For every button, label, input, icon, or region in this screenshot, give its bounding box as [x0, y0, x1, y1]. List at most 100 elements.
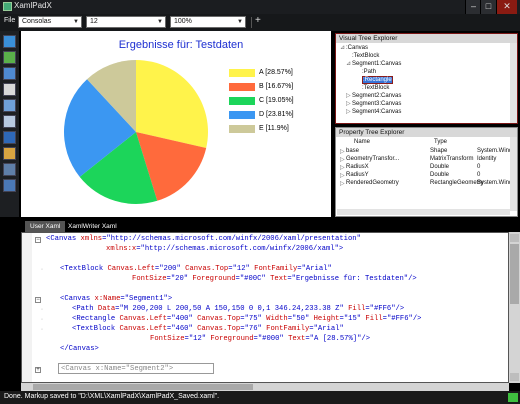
fold-toggle[interactable]: − — [35, 297, 41, 303]
property-hscrollbar[interactable] — [337, 209, 510, 215]
run-icon[interactable] — [3, 35, 16, 48]
code-token: Canvas.Top — [197, 315, 241, 323]
tree-node[interactable]: :TextBlock — [340, 84, 517, 92]
legend-swatch — [229, 125, 255, 133]
window-icon[interactable] — [3, 131, 16, 144]
visual-tree-panel: Visual Tree Explorer ⊿:Canvas:TextBlock ⊿… — [335, 33, 518, 124]
tree-node[interactable]: ▷Segment2:Canvas — [340, 92, 517, 100]
font-family-select[interactable]: Consolas ▼ — [18, 16, 82, 28]
visual-tree-title: Visual Tree Explorer — [336, 34, 517, 43]
fold-toggle[interactable]: − — [35, 237, 41, 243]
property-cell: System.Wind — [477, 148, 513, 154]
expander-icon[interactable]: ▷ — [340, 156, 345, 163]
code-token: Data — [97, 305, 116, 313]
collapsed-region-text: <Canvas x:Name="Segment2"> — [61, 365, 174, 373]
tree-node[interactable]: ⊿:Canvas — [340, 44, 517, 52]
close-button[interactable]: ✕ — [496, 0, 517, 14]
expander-icon[interactable]: ▷ — [340, 148, 345, 155]
property-header-type[interactable]: Type — [434, 139, 447, 145]
code-token: Canvas.Left — [119, 325, 167, 333]
expander-icon[interactable]: ▷ — [340, 180, 345, 187]
code-token: ="http://schemas.microsoft.com/winfx/200… — [136, 245, 344, 253]
tree-node-label: Segment2:Canvas — [352, 93, 402, 99]
save-icon[interactable] — [3, 99, 16, 112]
plugin-icon[interactable] — [3, 147, 16, 160]
code-token: ="75" — [240, 315, 267, 323]
download-icon[interactable] — [3, 67, 16, 80]
legend-label: C [19.05%] — [259, 97, 294, 104]
tab-xamlwriter-xaml[interactable]: XamlWriter Xaml — [63, 221, 122, 232]
legend-label: B [16.67%] — [259, 83, 294, 90]
property-header-name[interactable]: Name — [354, 139, 370, 145]
property-tree-title: Property Tree Explorer — [336, 128, 517, 137]
minimize-button[interactable]: – — [465, 0, 481, 14]
code-token: ="12" — [228, 265, 255, 273]
code-token: ="#FF6"/> — [382, 315, 422, 323]
code-editor[interactable]: − <Canvas xmlns="http://schemas.microsof… — [21, 232, 509, 383]
hscroll-thumb[interactable] — [33, 384, 253, 390]
code-token: FontSize — [132, 275, 167, 283]
refresh-icon[interactable] — [3, 51, 16, 64]
code-token: ="Segment1"> — [120, 295, 173, 303]
fold-toggle[interactable]: + — [35, 367, 41, 373]
tree-node-label: Segment4:Canvas — [352, 109, 402, 115]
legend-label: A [28.57%] — [259, 69, 293, 76]
tree-node[interactable]: :Path — [340, 68, 517, 76]
window-title: XamlPadX — [14, 1, 52, 10]
property-table: Name Type ▷ base Shape System.Wind ▷ Geometry… — [336, 137, 517, 215]
code-line: <Rectangle Canvas.Left="400" Canvas.Top=… — [72, 315, 421, 323]
code-token: ="Ergebnisse für: Testdaten"/> — [287, 275, 417, 283]
chart-legend: A [28.57%] B [16.67%] C [19.05%] D [23.81%]… — [229, 69, 324, 169]
tab-user-xaml[interactable]: User Xaml — [25, 221, 66, 232]
code-token: ="400" — [166, 315, 198, 323]
scroll-up-button[interactable] — [510, 234, 519, 242]
code-token: Foreground — [192, 275, 236, 283]
property-cell: System.Wind — [477, 180, 513, 186]
collapsed-region[interactable]: <Canvas x:Name="Segment2"> — [58, 363, 214, 374]
code-token: ="#FF6"/> — [365, 305, 405, 313]
expander-icon[interactable]: ▷ — [340, 164, 345, 171]
chevron-down-icon: ▼ — [73, 19, 79, 25]
code-token: Text — [288, 335, 306, 343]
tree-node[interactable]: ⊿Segment1:Canvas — [340, 60, 517, 68]
document-icon[interactable] — [3, 83, 16, 96]
property-cell: Double — [430, 164, 450, 170]
legend-swatch — [229, 69, 255, 77]
visual-tree-scrollbar[interactable] — [510, 43, 517, 123]
visual-tree: ⊿:Canvas:TextBlock ⊿Segment1:Canvas:Path:… — [336, 43, 517, 116]
editor-vscrollbar[interactable] — [509, 232, 520, 383]
pie-chart — [63, 60, 208, 204]
scroll-down-button[interactable] — [510, 373, 519, 381]
tree-node[interactable]: :Rectangle — [340, 76, 517, 84]
add-icon[interactable]: + — [255, 15, 261, 26]
code-token: ="200" — [154, 265, 186, 273]
property-cell: base — [346, 148, 360, 154]
property-cell: RadiusY — [346, 172, 369, 178]
code-token: Width — [266, 315, 288, 323]
tree-node[interactable]: :TextBlock — [340, 52, 517, 60]
tree-node[interactable]: ▷Segment3:Canvas — [340, 100, 517, 108]
legend-label: E [11.9%] — [259, 125, 289, 132]
zoom-select[interactable]: 100% ▼ — [170, 16, 246, 28]
left-toolstrip — [0, 31, 19, 217]
expander-icon[interactable]: ▷ — [340, 172, 345, 179]
code-token: ="A [28.57%]"/> — [305, 335, 371, 343]
tree-node[interactable]: ▷Segment4:Canvas — [340, 108, 517, 116]
editor-hscrollbar[interactable] — [21, 383, 509, 391]
monitor-icon[interactable] — [3, 179, 16, 192]
code-token: <TextBlock — [60, 265, 108, 273]
tools-icon[interactable] — [3, 163, 16, 176]
property-cell: RectangleGeometry — [430, 180, 484, 186]
code-token: <Rectangle — [72, 315, 120, 323]
property-vscrollbar[interactable] — [510, 137, 517, 211]
scroll-thumb[interactable] — [510, 244, 519, 304]
code-token: FontSize — [150, 335, 185, 343]
status-indicator — [508, 393, 518, 402]
code-dot: ◦ — [41, 267, 44, 273]
code-token: xmlns — [80, 235, 103, 243]
maximize-button[interactable]: □ — [480, 0, 496, 14]
font-size-select[interactable]: 12 ▼ — [86, 16, 166, 28]
property-cell: Shape — [430, 148, 448, 154]
print-icon[interactable] — [3, 115, 16, 128]
menu-file[interactable]: File — [4, 17, 15, 24]
